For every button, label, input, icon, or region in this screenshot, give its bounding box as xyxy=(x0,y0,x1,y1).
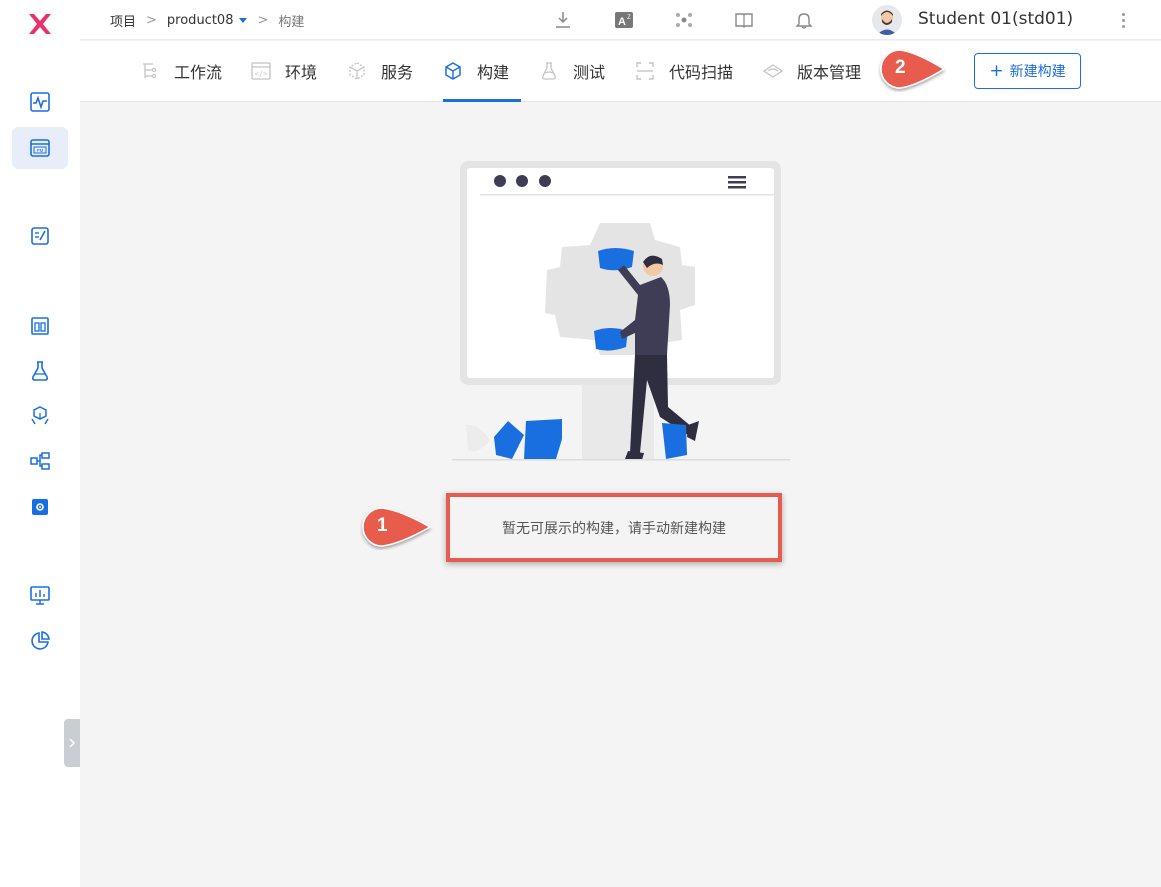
project-selector[interactable]: product08 xyxy=(167,13,248,28)
flask-icon xyxy=(31,361,49,381)
tab-label: 测试 xyxy=(573,63,606,82)
avatar[interactable] xyxy=(872,5,902,35)
svg-text:PM: PM xyxy=(37,148,44,153)
tab-label: 工作流 xyxy=(174,63,223,82)
tab-version-management[interactable]: 版本管理 xyxy=(763,41,861,101)
bell-icon xyxy=(795,13,813,29)
version-icon xyxy=(763,64,783,78)
sidebar-item-projects[interactable]: PM xyxy=(12,127,68,169)
network-tree-icon xyxy=(30,452,50,470)
more-dot xyxy=(1121,12,1125,16)
more-dot xyxy=(1121,24,1125,28)
tab-label: 版本管理 xyxy=(797,63,862,82)
callout-1: 1 xyxy=(360,506,434,550)
empty-state-message: 暂无可展示的构建，请手动新建构建 xyxy=(502,520,726,537)
service-icon xyxy=(349,62,365,80)
tab-label: 代码扫描 xyxy=(669,63,734,82)
translate-icon: AZ xyxy=(615,12,633,28)
settings-box-icon xyxy=(32,499,48,515)
plus-icon: + xyxy=(989,60,1004,81)
sidebar-item-insight[interactable] xyxy=(12,620,68,662)
top-header: 项目 > product08 > 构建 AZ Student 01(std01) xyxy=(80,0,1161,40)
project-tab-bar: 工作流 </> 环境 服务 构建 测试 代码扫描 版本管理 + 新建构建 xyxy=(80,41,1161,102)
sidebar-expand-handle[interactable] xyxy=(64,719,80,767)
artifact-board-icon xyxy=(31,317,49,335)
app-logo[interactable] xyxy=(26,10,54,38)
sidebar-item-delivery[interactable] xyxy=(12,395,68,437)
callout-arrow-shape xyxy=(362,507,432,547)
tab-label: 构建 xyxy=(477,63,510,82)
user-name[interactable]: Student 01(std01) xyxy=(918,9,1073,29)
pie-chart-icon xyxy=(31,631,50,650)
project-management-icon: PM xyxy=(30,139,50,157)
callout-arrow-shape xyxy=(880,49,946,89)
new-build-label: 新建构建 xyxy=(1009,64,1066,80)
sidebar-item-dashboard[interactable] xyxy=(12,81,68,123)
sidebar-item-monitor[interactable] xyxy=(12,574,68,616)
docs-button[interactable] xyxy=(733,9,755,31)
chevron-right-icon xyxy=(69,738,76,748)
sidebar-item-resources[interactable] xyxy=(12,440,68,482)
sidebar-item-testing[interactable] xyxy=(12,350,68,392)
download-icon xyxy=(556,12,570,28)
test-icon xyxy=(542,62,556,80)
callout-2: 2 xyxy=(878,48,948,92)
sidebar-item-settings[interactable] xyxy=(12,486,68,528)
tab-build[interactable]: 构建 xyxy=(443,41,522,102)
code-scan-icon xyxy=(636,62,654,80)
empty-state-illustration xyxy=(450,155,795,465)
breadcrumb-root[interactable]: 项目 xyxy=(110,11,136,30)
tab-label: 服务 xyxy=(381,63,414,82)
package-hand-icon xyxy=(31,406,49,425)
breadcrumb-separator: > xyxy=(146,13,157,28)
caret-down-icon xyxy=(239,18,248,23)
user-avatar-icon xyxy=(877,10,897,35)
sidebar: PM xyxy=(0,0,80,887)
sidebar-item-artifacts[interactable] xyxy=(12,305,68,347)
environment-icon: </> xyxy=(251,62,271,80)
edit-document-icon xyxy=(31,227,49,245)
tab-test[interactable]: 测试 xyxy=(539,41,605,101)
tab-service[interactable]: 服务 xyxy=(347,41,413,101)
language-button[interactable]: AZ xyxy=(613,9,635,31)
build-icon xyxy=(445,62,461,80)
plugin-cluster-icon xyxy=(676,13,692,27)
integrations-button[interactable] xyxy=(673,9,695,31)
tab-label: 环境 xyxy=(285,63,318,82)
notifications-button[interactable] xyxy=(793,9,815,31)
svg-text:Z: Z xyxy=(627,15,631,21)
book-icon xyxy=(735,13,753,28)
sidebar-item-templates[interactable] xyxy=(12,215,68,257)
workflow-icon xyxy=(143,63,157,79)
callout-number: 2 xyxy=(895,57,906,78)
tab-code-scan[interactable]: 代码扫描 xyxy=(635,41,733,101)
svg-text:A: A xyxy=(618,16,626,28)
tab-environment[interactable]: </> 环境 xyxy=(251,41,317,101)
more-dot xyxy=(1121,18,1125,22)
breadcrumb-separator: > xyxy=(257,13,269,28)
more-menu-button[interactable] xyxy=(1118,10,1128,30)
callout-number: 1 xyxy=(377,515,388,536)
presentation-chart-icon xyxy=(30,586,50,605)
project-name: product08 xyxy=(166,13,234,28)
svg-text:</>: </> xyxy=(255,70,268,78)
breadcrumb-current: 构建 xyxy=(278,15,305,30)
activity-monitor-icon xyxy=(30,92,50,112)
tab-workflow[interactable]: 工作流 xyxy=(140,41,222,101)
download-button[interactable] xyxy=(552,9,574,31)
breadcrumb: 项目 > product08 > 构建 xyxy=(110,11,304,30)
new-build-button[interactable]: + 新建构建 xyxy=(974,53,1081,89)
empty-state-highlight: 暂无可展示的构建，请手动新建构建 xyxy=(446,493,782,562)
